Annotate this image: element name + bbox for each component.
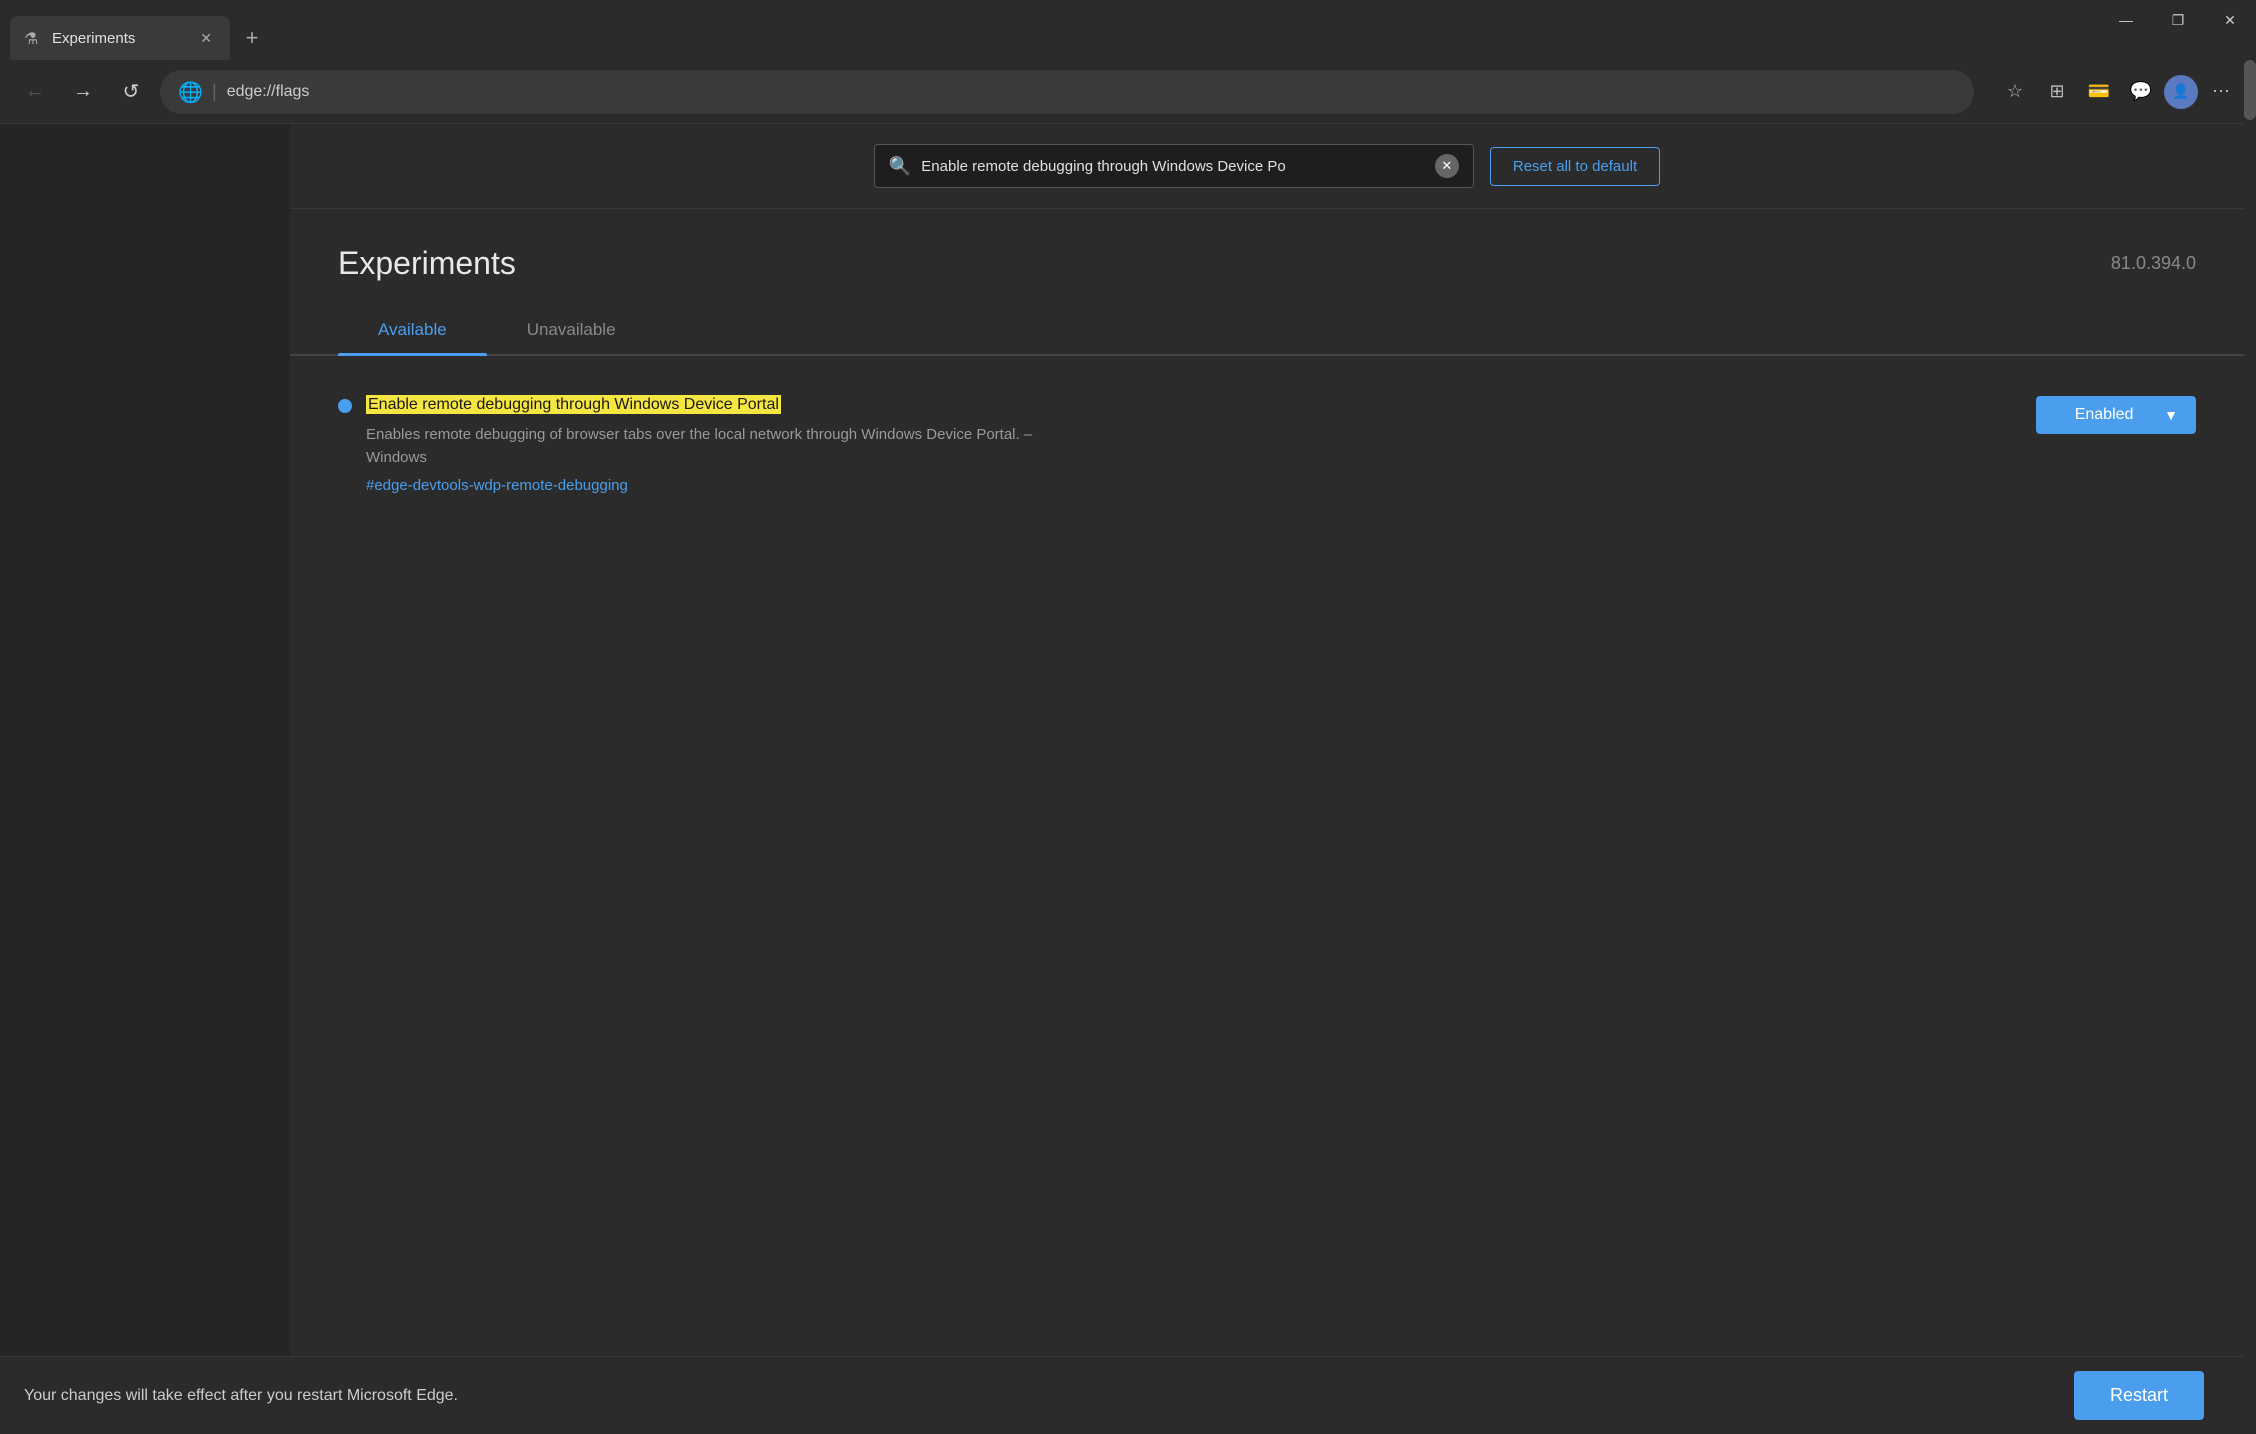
left-sidebar: [0, 124, 290, 1434]
close-button[interactable]: ✕: [2204, 0, 2256, 40]
address-input-area[interactable]: 🌐 | edge://flags: [160, 70, 1974, 114]
address-bar: ← → ↺ 🌐 | edge://flags ☆ ⊞ 💳 💬 👤 ⋯: [0, 60, 2256, 124]
forward-button[interactable]: →: [64, 73, 102, 111]
minimize-button[interactable]: —: [2100, 0, 2152, 40]
favorites-icon[interactable]: ☆: [1996, 73, 2034, 111]
tab-close-button[interactable]: ✕: [196, 28, 216, 49]
restore-button[interactable]: ❐: [2152, 0, 2204, 40]
bottom-bar: Your changes will take effect after you …: [0, 1356, 2244, 1434]
scrollbar-thumb[interactable]: [2244, 60, 2256, 120]
tabs-row: Available Unavailable: [290, 306, 2244, 356]
tab-area: ⚗ Experiments ✕ +: [0, 0, 270, 60]
address-separator: |: [212, 81, 217, 102]
refresh-button[interactable]: ↺: [112, 73, 150, 111]
search-box[interactable]: 🔍 Enable remote debugging through Window…: [874, 144, 1474, 188]
tab-unavailable[interactable]: Unavailable: [487, 306, 656, 354]
flag-dot-indicator: [338, 399, 352, 413]
tab-title-text: Experiments: [52, 30, 186, 47]
search-clear-button[interactable]: ✕: [1435, 154, 1459, 178]
experiments-header: Experiments 81.0.394.0: [290, 209, 2244, 282]
flag-title: Enable remote debugging through Windows …: [366, 395, 781, 414]
more-menu-button[interactable]: ⋯: [2202, 73, 2240, 111]
reset-all-button[interactable]: Reset all to default: [1490, 147, 1660, 186]
dropdown-arrow-icon: ▼: [2164, 407, 2178, 423]
edge-logo-icon: 🌐: [178, 80, 202, 104]
search-input-text: Enable remote debugging through Windows …: [921, 158, 1425, 175]
restart-button[interactable]: Restart: [2074, 1371, 2204, 1420]
flag-dropdown-text: Enabled: [2054, 406, 2154, 424]
flag-item: Enable remote debugging through Windows …: [338, 384, 2196, 504]
wallet-icon[interactable]: 💳: [2080, 73, 2118, 111]
search-icon: 🔍: [889, 156, 911, 177]
back-button[interactable]: ←: [16, 73, 54, 111]
flag-description: Enables remote debugging of browser tabs…: [366, 424, 1066, 469]
main-content: 🔍 Enable remote debugging through Window…: [0, 124, 2244, 1434]
title-bar: ⚗ Experiments ✕ + — ❐ ✕: [0, 0, 2256, 60]
content-area: 🔍 Enable remote debugging through Window…: [290, 124, 2244, 1434]
new-tab-button[interactable]: +: [234, 20, 270, 56]
url-display: edge://flags: [227, 83, 1956, 101]
scrollbar-track: [2244, 60, 2256, 1434]
version-text: 81.0.394.0: [2111, 253, 2196, 274]
active-tab[interactable]: ⚗ Experiments ✕: [10, 16, 230, 60]
collections-icon[interactable]: ⊞: [2038, 73, 2076, 111]
feedback-icon[interactable]: 💬: [2122, 73, 2160, 111]
tab-available[interactable]: Available: [338, 306, 487, 354]
flag-dropdown-button[interactable]: Enabled ▼: [2036, 396, 2196, 434]
flag-link[interactable]: #edge-devtools-wdp-remote-debugging: [366, 477, 2022, 494]
toolbar-icons: ☆ ⊞ 💳 💬 👤 ⋯: [1996, 73, 2240, 111]
flags-list: Enable remote debugging through Windows …: [290, 356, 2244, 1434]
window-controls: — ❐ ✕: [2100, 0, 2256, 40]
profile-avatar[interactable]: 👤: [2164, 75, 2198, 109]
tab-icon: ⚗: [24, 29, 42, 47]
flag-content: Enable remote debugging through Windows …: [366, 394, 2022, 494]
restart-message: Your changes will take effect after you …: [24, 1387, 458, 1405]
search-bar-container: 🔍 Enable remote debugging through Window…: [290, 124, 2244, 209]
page-title: Experiments: [338, 245, 516, 282]
